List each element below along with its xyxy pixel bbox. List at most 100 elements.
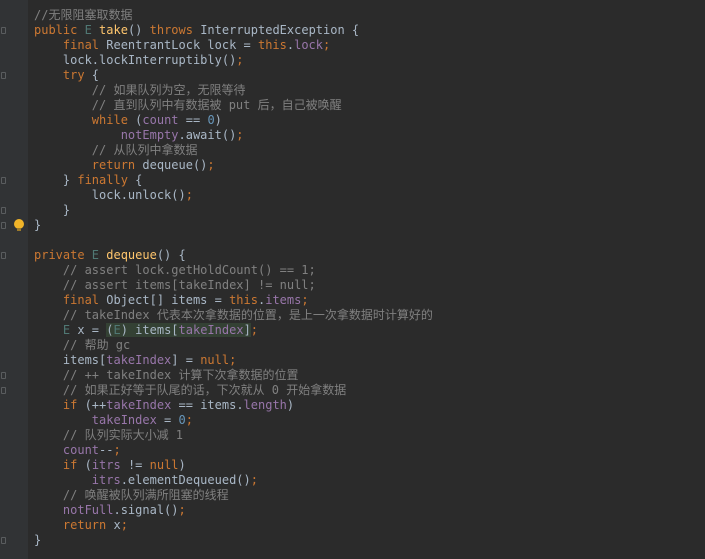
- fold-marker-icon[interactable]: [1, 27, 6, 34]
- code-line[interactable]: takeIndex = 0;: [34, 413, 433, 428]
- code-token: ;: [301, 293, 309, 307]
- code-line[interactable]: notFull.signal();: [34, 503, 433, 518]
- code-line[interactable]: public E take() throws InterruptedExcept…: [34, 23, 433, 38]
- fold-marker-icon[interactable]: [1, 177, 6, 184]
- code-token: while: [34, 113, 136, 127]
- code-line[interactable]: // 如果正好等于队尾的话，下次就从 0 开始拿数据: [34, 383, 433, 398]
- code-line[interactable]: // 队列实际大小减 1: [34, 428, 433, 443]
- code-token: ;: [250, 473, 258, 487]
- code-line[interactable]: //无限阻塞取数据: [34, 8, 433, 23]
- code-line[interactable]: if (++takeIndex == items.length): [34, 398, 433, 413]
- code-line[interactable]: count--;: [34, 443, 433, 458]
- code-token: (++: [84, 398, 107, 412]
- code-line[interactable]: final ReentrantLock lock = this.lock;: [34, 38, 433, 53]
- fold-marker-icon[interactable]: [1, 72, 6, 79]
- code-line[interactable]: while (count == 0): [34, 113, 433, 128]
- code-token: public: [34, 23, 85, 37]
- code-line[interactable]: // 如果队列为空，无限等待: [34, 83, 433, 98]
- code-token: // assert items[takeIndex] != null;: [34, 278, 316, 292]
- code-token: takeIndex: [178, 323, 244, 337]
- code-token: E: [113, 323, 121, 337]
- code-token: // 从队列中拿数据: [34, 143, 198, 157]
- code-line[interactable]: items[takeIndex] = null;: [34, 353, 433, 368]
- code-token: ;: [229, 353, 237, 367]
- code-editor[interactable]: //无限阻塞取数据 public E take() throws Interrup…: [0, 0, 705, 559]
- fold-marker-icon[interactable]: [1, 222, 6, 229]
- code-token: dequeue: [106, 248, 157, 262]
- code-token: ): [178, 458, 186, 472]
- code-token: E: [91, 248, 107, 262]
- code-area[interactable]: //无限阻塞取数据 public E take() throws Interrup…: [34, 8, 433, 548]
- code-token: itrs: [91, 473, 121, 487]
- code-token: E: [84, 23, 100, 37]
- code-token: ;: [207, 158, 215, 172]
- code-token: x: [113, 518, 121, 532]
- code-line[interactable]: }: [34, 203, 433, 218]
- code-line[interactable]: } finally {: [34, 173, 433, 188]
- code-line[interactable]: notEmpty.await();: [34, 128, 433, 143]
- code-line[interactable]: return dequeue();: [34, 158, 433, 173]
- code-token: this: [229, 293, 258, 307]
- fold-marker-icon[interactable]: [1, 387, 6, 394]
- code-line[interactable]: // assert lock.getHoldCount() == 1;: [34, 263, 433, 278]
- code-line[interactable]: try {: [34, 68, 433, 83]
- code-token: itrs: [91, 458, 128, 472]
- code-token: InterruptedException {: [200, 23, 360, 37]
- code-token: return: [34, 518, 114, 532]
- code-line[interactable]: // takeIndex 代表本次拿数据的位置，是上一次拿数据时计算好的: [34, 308, 433, 323]
- code-token: ;: [178, 503, 186, 517]
- code-token: finally: [77, 173, 136, 187]
- code-token: length: [243, 398, 287, 412]
- code-line[interactable]: lock.unlock();: [34, 188, 433, 203]
- code-token: .elementDequeued(): [120, 473, 251, 487]
- code-line[interactable]: }: [34, 218, 433, 233]
- code-token: ) items[: [120, 323, 179, 337]
- code-token: ReentrantLock lock =: [106, 38, 258, 52]
- code-token: }: [34, 203, 71, 217]
- fold-marker-icon[interactable]: [1, 372, 6, 379]
- code-token: //无限阻塞取数据: [34, 8, 133, 22]
- fold-marker-icon[interactable]: [1, 537, 6, 544]
- code-line[interactable]: return x;: [34, 518, 433, 533]
- code-token: ;: [250, 323, 259, 337]
- code-token: ;: [236, 53, 244, 67]
- code-token: try: [34, 68, 92, 82]
- code-line[interactable]: if (itrs != null): [34, 458, 433, 473]
- code-line[interactable]: }: [34, 533, 433, 548]
- code-line[interactable]: final Object[] items = this.items;: [34, 293, 433, 308]
- code-token: --: [99, 443, 114, 457]
- code-token: E: [62, 323, 78, 337]
- code-token: notFull: [62, 503, 114, 517]
- code-token: // 唤醒被队列满所阻塞的线程: [34, 488, 229, 502]
- code-token: return: [34, 158, 143, 172]
- code-line[interactable]: // ++ takeIndex 计算下次拿数据的位置: [34, 368, 433, 383]
- code-token: ): [286, 398, 295, 412]
- code-token: (: [106, 323, 114, 337]
- fold-marker-icon[interactable]: [1, 207, 6, 214]
- code-line[interactable]: private E dequeue() {: [34, 248, 433, 263]
- code-token: (: [84, 458, 92, 472]
- code-token: 0: [178, 413, 186, 427]
- fold-marker-icon[interactable]: [1, 252, 6, 259]
- code-token: // takeIndex 代表本次拿数据的位置，是上一次拿数据时计算好的: [34, 308, 433, 322]
- code-line[interactable]: lock.lockInterruptibly();: [34, 53, 433, 68]
- code-token: (): [127, 23, 150, 37]
- code-token: .await(): [178, 128, 237, 142]
- code-line[interactable]: [34, 233, 433, 248]
- code-token: if: [34, 398, 85, 412]
- code-token: ]: [243, 323, 251, 337]
- code-line[interactable]: E x = (E) items[takeIndex];: [34, 323, 433, 338]
- code-token: null: [149, 458, 179, 472]
- lightbulb-icon[interactable]: [14, 219, 24, 231]
- code-line[interactable]: // 直到队列中有数据被 put 后，自己被唤醒: [34, 98, 433, 113]
- code-line[interactable]: // 帮助 gc: [34, 338, 433, 353]
- code-line[interactable]: itrs.elementDequeued();: [34, 473, 433, 488]
- code-token: .signal(): [113, 503, 179, 517]
- code-line[interactable]: // assert items[takeIndex] != null;: [34, 278, 433, 293]
- code-line[interactable]: // 从队列中拿数据: [34, 143, 433, 158]
- code-line[interactable]: // 唤醒被队列满所阻塞的线程: [34, 488, 433, 503]
- code-token: final: [34, 38, 107, 52]
- code-token: take: [99, 23, 128, 37]
- code-token: if: [34, 458, 85, 472]
- code-token: {: [135, 173, 143, 187]
